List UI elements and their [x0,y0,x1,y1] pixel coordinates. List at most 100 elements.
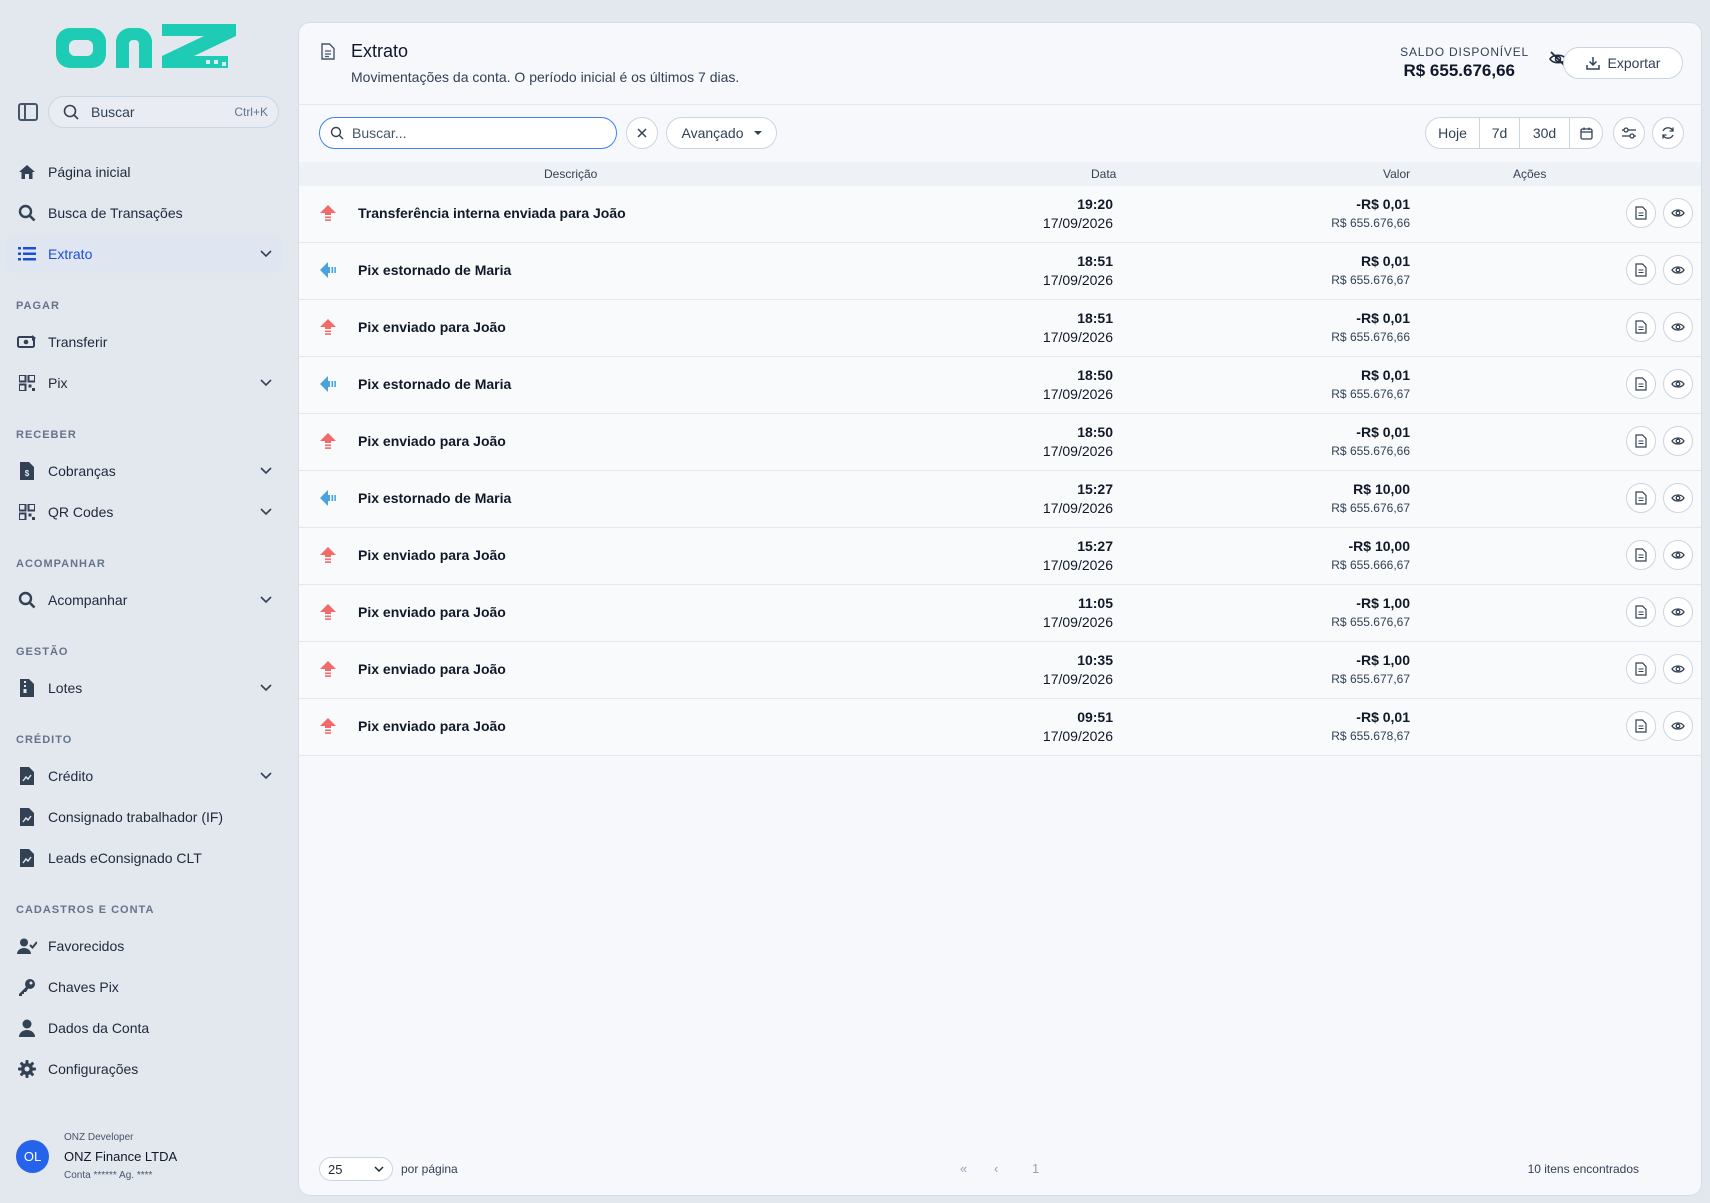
sidebar-item-credito[interactable]: Crédito [6,757,282,795]
eye-icon [1671,265,1685,275]
clear-search-button[interactable] [626,117,658,149]
view-details-button[interactable] [1663,540,1693,570]
receipt-icon [1635,605,1647,619]
export-button[interactable]: Exportar [1563,47,1683,79]
sidebar-item-acompanhar[interactable]: Acompanhar [6,581,282,619]
sidebar-item-cobrancas[interactable]: $ Cobranças [6,452,282,490]
receipt-button[interactable] [1626,540,1656,570]
sidebar: Buscar Ctrl+K Página inicial Busca de Tr… [0,0,297,1203]
sidebar-item-favorecidos[interactable]: Favorecidos [6,927,282,965]
transaction-balance: R$ 655.676,67 [1331,615,1410,629]
sidebar-toggle-icon[interactable] [18,103,38,121]
view-details-button[interactable] [1663,426,1693,456]
sidebar-item-label: Busca de Transações [48,205,183,221]
receipt-icon [1635,434,1647,448]
receipt-button[interactable] [1626,312,1656,342]
transaction-time: 15:27 [1077,481,1113,497]
sidebar-item-busca-transacoes[interactable]: Busca de Transações [6,194,282,232]
receipt-button[interactable] [1626,255,1656,285]
sidebar-item-lotes[interactable]: Lotes [6,669,282,707]
user-check-icon [16,935,38,957]
refresh-button[interactable] [1652,117,1684,149]
receipt-button[interactable] [1626,711,1656,741]
view-details-button[interactable] [1663,597,1693,627]
receipt-button[interactable] [1626,369,1656,399]
onz-logo[interactable] [56,22,236,74]
arrow-left-icon [319,489,337,507]
pagination-bar: 25 por página « ‹ 1 10 itens encontrados [299,1153,1701,1183]
col-descricao[interactable]: Descrição [544,167,597,181]
receipt-button[interactable] [1626,483,1656,513]
chevron-down-icon [260,770,272,782]
search-field[interactable] [319,117,617,149]
sidebar-item-consignado[interactable]: Consignado trabalhador (IF) [6,798,282,836]
search-input[interactable] [352,125,602,141]
transaction-balance: R$ 655.678,67 [1331,729,1410,743]
view-details-button[interactable] [1663,483,1693,513]
advanced-filter-button[interactable]: Avançado [666,117,777,149]
table-row[interactable]: Pix enviado para João 15:27 17/09/2026 -R$ … [299,528,1701,585]
transaction-balance: R$ 655.677,67 [1331,672,1410,686]
sidebar-item-pagina-inicial[interactable]: Página inicial [6,153,282,191]
sidebar-search[interactable]: Buscar Ctrl+K [48,96,279,128]
eye-icon [1671,436,1685,446]
transaction-amount: R$ 10,00 [1353,481,1410,497]
view-details-button[interactable] [1663,711,1693,741]
prev-page-button[interactable]: ‹ [994,1161,998,1176]
receipt-button[interactable] [1626,426,1656,456]
sidebar-item-qr-codes[interactable]: QR Codes [6,493,282,531]
col-valor[interactable]: Valor [1383,167,1410,181]
sidebar-item-label: Página inicial [48,164,131,180]
page-number[interactable]: 1 [1032,1161,1039,1176]
eye-icon [1671,208,1685,218]
avatar[interactable]: OL [16,1140,49,1173]
table-row[interactable]: Pix enviado para João 11:05 17/09/2026 -R$ … [299,585,1701,642]
receipt-button[interactable] [1626,198,1656,228]
view-details-button[interactable] [1663,369,1693,399]
per-page-select[interactable]: 25 [319,1157,393,1181]
period-today-button[interactable]: Hoje [1426,118,1480,148]
view-details-button[interactable] [1663,255,1693,285]
sliders-icon [1622,127,1636,139]
view-details-button[interactable] [1663,654,1693,684]
period-30d-button[interactable]: 30d [1520,118,1570,148]
transaction-description: Pix enviado para João [358,661,506,677]
transaction-date: 17/09/2026 [1042,272,1113,288]
first-page-button[interactable]: « [960,1161,967,1176]
user-profile[interactable]: OL ONZ Developer ONZ Finance LTDA Conta … [16,1130,286,1190]
filter-settings-button[interactable] [1613,117,1645,149]
sidebar-item-pix[interactable]: Pix [6,364,282,402]
transaction-date: 17/09/2026 [1042,614,1113,630]
search-icon [63,104,79,120]
sidebar-item-extrato[interactable]: Extrato [6,235,282,273]
transaction-amount: -R$ 0,01 [1356,709,1410,725]
receipt-button[interactable] [1626,597,1656,627]
view-details-button[interactable] [1663,198,1693,228]
period-7d-button[interactable]: 7d [1480,118,1520,148]
table-row[interactable]: Pix estornado de Maria 18:51 17/09/2026 R$ … [299,243,1701,300]
table-row[interactable]: Pix estornado de Maria 15:27 17/09/2026 R$ … [299,471,1701,528]
transaction-amount: R$ 0,01 [1360,253,1410,269]
page-subtitle: Movimentações da conta. O período inicia… [351,69,740,85]
table-row[interactable]: Pix enviado para João 18:50 17/09/2026 -R$ … [299,414,1701,471]
table-row[interactable]: Transferência interna enviada para João 1… [299,186,1701,243]
calendar-button[interactable] [1570,118,1602,148]
sidebar-item-leads[interactable]: Leads eConsignado CLT [6,839,282,877]
section-cadastros: CADASTROS E CONTA [16,904,155,916]
transaction-description: Pix enviado para João [358,604,506,620]
sidebar-item-chaves-pix[interactable]: Chaves Pix [6,968,282,1006]
col-data[interactable]: Data [1091,167,1116,181]
receipt-icon [1635,719,1647,733]
table-row[interactable]: Pix enviado para João 18:51 17/09/2026 -R$ … [299,300,1701,357]
table-row[interactable]: Pix enviado para João 09:51 17/09/2026 -R$ … [299,699,1701,756]
table-row[interactable]: Pix estornado de Maria 18:50 17/09/2026 R$ … [299,357,1701,414]
receipt-button[interactable] [1626,654,1656,684]
sidebar-item-transferir[interactable]: Transferir [6,323,282,361]
sidebar-item-dados-conta[interactable]: Dados da Conta [6,1009,282,1047]
sidebar-item-configuracoes[interactable]: Configurações [6,1050,282,1088]
sidebar-item-label: Favorecidos [48,938,125,954]
file-chart-icon [16,765,38,787]
user-account: Conta ****** Ag. **** [64,1170,153,1181]
view-details-button[interactable] [1663,312,1693,342]
table-row[interactable]: Pix enviado para João 10:35 17/09/2026 -R$ … [299,642,1701,699]
